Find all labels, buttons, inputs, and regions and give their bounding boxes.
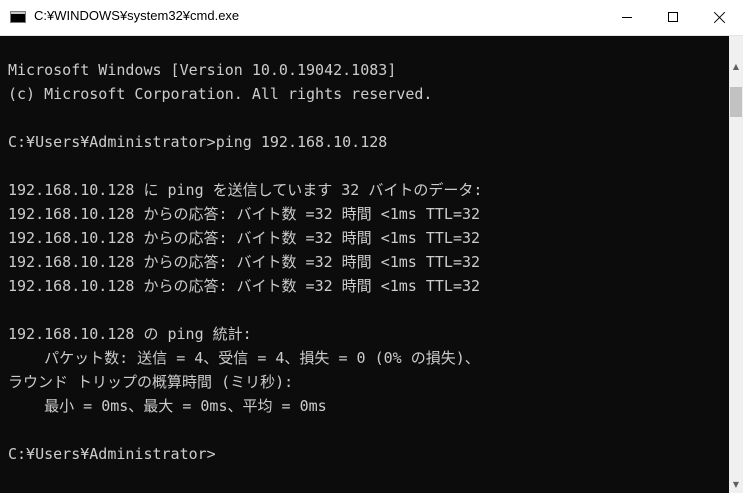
console-prompt: C:¥Users¥Administrator> [8,445,216,463]
scroll-up-icon[interactable]: ▲ [729,58,743,75]
console-line: 192.168.10.128 からの応答: バイト数 =32 時間 <1ms T… [8,205,481,223]
console-line: Microsoft Windows [Version 10.0.19042.10… [8,61,397,79]
close-button[interactable] [697,0,743,35]
console-line: 192.168.10.128 に ping を送信しています 32 バイトのデー… [8,181,483,199]
close-icon [714,11,726,23]
vertical-scrollbar[interactable]: ▲ ▼ [729,36,743,493]
console-line: ラウンド トリップの概算時間 (ミリ秒): [8,373,294,391]
console-icon[interactable] [10,11,26,23]
window-title: C:¥WINDOWS¥system32¥cmd.exe [34,8,240,23]
console-output[interactable]: Microsoft Windows [Version 10.0.19042.10… [0,36,729,493]
console-line: (c) Microsoft Corporation. All rights re… [8,85,433,103]
cmd-window: C:¥WINDOWS¥system32¥cmd.exe Microsoft Wi… [0,0,743,493]
console-line: 192.168.10.128 からの応答: バイト数 =32 時間 <1ms T… [8,277,481,295]
console-line: 192.168.10.128 からの応答: バイト数 =32 時間 <1ms T… [8,229,481,247]
maximize-button[interactable] [650,0,696,35]
console-line: 192.168.10.128 からの応答: バイト数 =32 時間 <1ms T… [8,253,481,271]
console-line: 最小 = 0ms、最大 = 0ms、平均 = 0ms [8,397,327,415]
title-bar[interactable]: C:¥WINDOWS¥system32¥cmd.exe [0,0,743,36]
minimize-button[interactable] [604,0,650,35]
console-line: 192.168.10.128 の ping 統計: [8,325,252,343]
maximize-icon [668,12,678,22]
console-line: C:¥Users¥Administrator>ping 192.168.10.1… [8,133,388,151]
scroll-down-icon[interactable]: ▼ [729,476,743,493]
minimize-icon [622,17,632,18]
console-line: パケット数: 送信 = 4、受信 = 4、損失 = 0 (0% の損失)、 [8,349,480,367]
scroll-thumb[interactable] [730,87,742,117]
